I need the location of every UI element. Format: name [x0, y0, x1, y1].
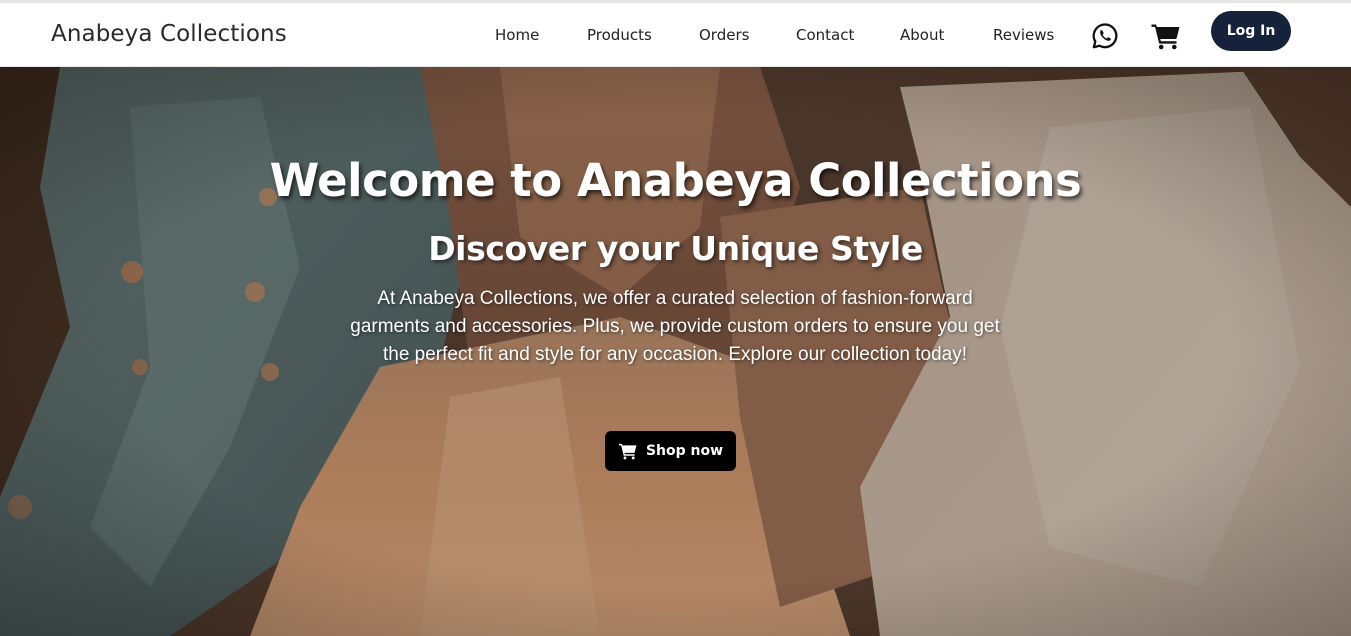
login-button[interactable]: Log In — [1211, 11, 1291, 51]
whatsapp-icon[interactable] — [1091, 22, 1119, 50]
hero-description: At Anabeya Collections, we offer a curat… — [350, 288, 1000, 365]
nav-link-orders[interactable]: Orders — [699, 26, 749, 44]
shop-now-button[interactable]: Shop now — [605, 431, 736, 471]
navbar: Anabeya Collections Home Products Orders… — [0, 3, 1351, 67]
hero-content: Welcome to Anabeya Collections Discover … — [0, 67, 1351, 636]
nav-link-about[interactable]: About — [900, 26, 944, 44]
shop-now-label: Shop now — [645, 443, 724, 459]
brand-logo[interactable]: Anabeya Collections — [51, 21, 287, 47]
hero-section: Welcome to Anabeya Collections Discover … — [0, 67, 1351, 636]
cart-icon[interactable] — [1150, 22, 1182, 50]
cart-icon — [618, 442, 638, 460]
nav-link-contact[interactable]: Contact — [796, 26, 854, 44]
nav-link-reviews[interactable]: Reviews — [993, 26, 1054, 44]
nav-link-home[interactable]: Home — [495, 26, 539, 44]
hero-title: Welcome to Anabeya Collections — [269, 154, 1082, 207]
hero-subtitle: Discover your Unique Style — [428, 229, 923, 268]
nav-link-products[interactable]: Products — [587, 26, 652, 44]
